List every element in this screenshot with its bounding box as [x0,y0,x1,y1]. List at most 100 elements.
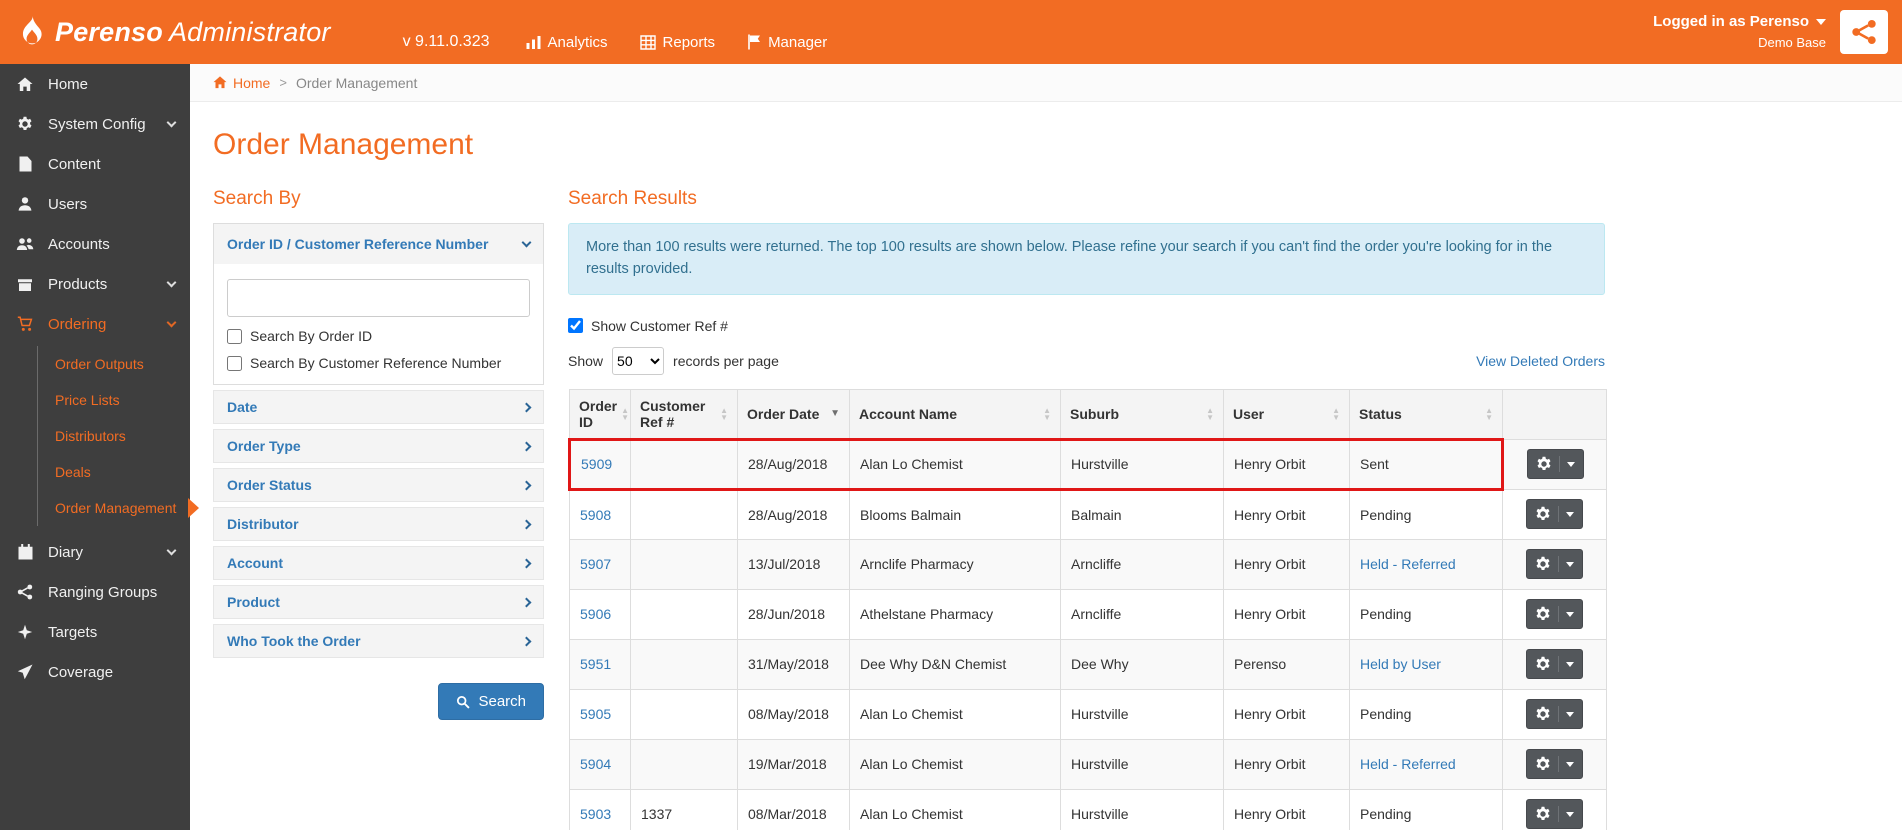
order-id-link[interactable]: 5906 [580,606,611,622]
table-row: 5906 28/Jun/2018 Athelstane Pharmacy Arncli… [569,588,1607,640]
breadcrumb-home-link[interactable]: Home [213,75,270,91]
user-cell: Henry Orbit [1223,738,1350,790]
search-button[interactable]: Search [438,683,544,720]
sidebar-subitem-distributors[interactable]: Distributors [38,418,190,454]
customer-ref-cell [630,588,738,640]
logged-in-menu[interactable]: Logged in as Perenso [1653,12,1826,32]
sidebar-item-accounts[interactable]: Accounts [0,224,190,264]
accordion-date[interactable]: Date [213,390,544,424]
sidebar-item-content[interactable]: Content [0,144,190,184]
sidebar-item-ranging-groups[interactable]: Ranging Groups [0,572,190,612]
accordion-product[interactable]: Product [213,585,544,619]
accordion-order-status[interactable]: Order Status [213,468,544,502]
column-header-order-id[interactable]: Order ID ▲ ▼ [569,388,631,440]
sidebar-item-home[interactable]: Home [0,64,190,104]
sidebar-subitem-order-outputs[interactable]: Order Outputs [38,346,190,382]
file-icon [15,156,35,172]
sidebar-item-system-config[interactable]: System Config [0,104,190,144]
nav-label: Analytics [547,33,608,51]
order-id-link[interactable]: 5904 [580,756,611,772]
sidebar-item-products[interactable]: Products [0,264,190,304]
row-actions-button[interactable] [1526,599,1583,629]
nav-reports[interactable]: Reports [639,34,715,51]
accordion-label: Distributor [227,516,299,532]
order-id-link[interactable]: 5907 [580,556,611,572]
search-by-order-id-checkbox[interactable] [227,328,242,344]
chevron-right-icon [521,558,532,568]
nav-manager[interactable]: Manager [747,34,827,51]
sidebar-item-label: Targets [48,623,98,641]
button-divider [1558,656,1559,672]
search-by-customer-ref-option[interactable]: Search By Customer Reference Number [227,355,530,371]
customer-ref-cell [630,437,738,491]
row-actions-button[interactable] [1526,749,1583,779]
order-id-cell: 5909 [568,437,631,491]
sidebar-item-coverage[interactable]: Coverage [0,652,190,692]
sidebar-item-ordering[interactable]: Ordering [0,304,190,344]
status-link[interactable]: Held - Referred [1360,756,1456,772]
column-header-account-name[interactable]: Account Name ▲ ▼ [849,388,1061,440]
show-customer-ref-option[interactable]: Show Customer Ref # [568,318,1605,334]
sidebar-item-users[interactable]: Users [0,184,190,224]
order-id-link[interactable]: 5908 [580,507,611,523]
accordion-who-took-the-order[interactable]: Who Took the Order [213,624,544,658]
order-id-link[interactable]: 5905 [580,706,611,722]
row-actions-cell [1502,488,1607,540]
row-actions-button[interactable] [1526,449,1584,479]
sort-icon: ▲ ▼ [1043,405,1051,422]
accordion-label: Order ID / Customer Reference Number [227,236,489,252]
app-switcher-button[interactable] [1840,10,1888,54]
chevron-down-icon [166,277,177,287]
sort-icon: ▲ ▼ [1485,405,1493,422]
user-cell: Henry Orbit [1223,538,1350,590]
page-size-select[interactable]: 50 [612,346,665,375]
chevron-right-icon [521,597,532,607]
table-row: 5905 08/May/2018 Alan Lo Chemist Hurstville… [569,688,1607,740]
row-actions-button[interactable] [1526,699,1583,729]
sort-desc-icon: ▼ [830,408,840,419]
brand[interactable]: Perenso Administrator [18,16,331,48]
brand-text: Perenso Administrator [55,17,331,48]
order-id-input[interactable] [227,279,530,317]
page-title: Order Management [213,128,474,161]
accordion-order-id-header[interactable]: Order ID / Customer Reference Number [214,224,543,264]
login-block: Logged in as Perenso Demo Base [1653,12,1826,52]
button-divider [1558,506,1559,522]
status-link[interactable]: Held - Referred [1360,556,1456,572]
row-actions-button[interactable] [1526,499,1583,529]
nav-analytics[interactable]: Analytics [526,34,608,51]
sidebar-subitem-order-management[interactable]: Order Management [38,490,190,526]
topbar-middle: v 9.11.0.323 Analytics Reports Manager [331,33,828,64]
order-id-cell: 5906 [569,588,631,640]
column-header-suburb[interactable]: Suburb ▲ ▼ [1060,388,1224,440]
sidebar-item-targets[interactable]: Targets [0,612,190,652]
sidebar-item-label: Ordering [48,315,107,333]
search-by-customer-ref-checkbox[interactable] [227,355,242,371]
order-id-link[interactable]: 5951 [580,656,611,672]
order-id-link[interactable]: 5909 [581,456,612,472]
accordion-account[interactable]: Account [213,546,544,580]
column-header-customer-ref[interactable]: Customer Ref # ▲ ▼ [630,388,738,440]
target-icon [15,624,35,640]
search-by-order-id-option[interactable]: Search By Order ID [227,328,530,344]
sidebar-subitem-deals[interactable]: Deals [38,454,190,490]
sidebar-subitem-label: Price Lists [55,392,120,408]
nav-label: Manager [768,33,828,51]
column-header-status[interactable]: Status ▲ ▼ [1349,388,1503,440]
search-results-panel: Search Results More than 100 results wer… [568,172,1607,830]
sidebar-item-diary[interactable]: Diary [0,532,190,572]
order-id-link[interactable]: 5903 [580,806,611,822]
accordion-order-type[interactable]: Order Type [213,429,544,463]
accordion-distributor[interactable]: Distributor [213,507,544,541]
column-header-order-date[interactable]: Order Date ▼ [737,388,850,440]
column-header-user[interactable]: User ▲ ▼ [1223,388,1350,440]
status-link[interactable]: Held by User [1360,656,1441,672]
view-deleted-orders-link[interactable]: View Deleted Orders [1476,353,1605,369]
gear-icon [15,116,35,132]
row-actions-button[interactable] [1526,549,1583,579]
show-customer-ref-checkbox[interactable] [568,318,583,333]
row-actions-button[interactable] [1526,799,1583,829]
row-actions-button[interactable] [1526,649,1583,679]
order-date-cell: 28/Jun/2018 [737,588,850,640]
sidebar-subitem-price-lists[interactable]: Price Lists [38,382,190,418]
